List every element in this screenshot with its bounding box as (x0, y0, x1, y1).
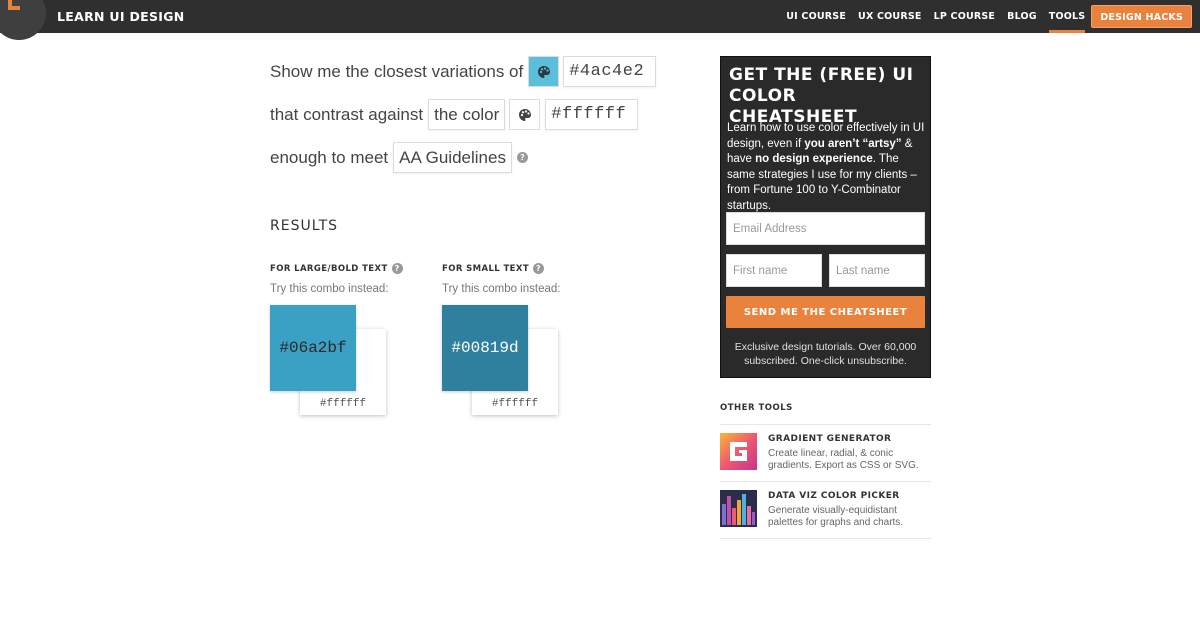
cheatsheet-description: Learn how to use color effectively in UI… (727, 121, 927, 214)
tool-description: Create linear, radial, & conic gradients… (768, 448, 919, 471)
nav-blog[interactable]: BLOG (1007, 0, 1037, 33)
large-text-subtitle: Try this combo instead: (270, 283, 389, 295)
small-text-heading: FOR SMALL TEXT ? (442, 263, 545, 274)
help-icon[interactable]: ? (391, 263, 403, 274)
cheatsheet-signup-panel: GET THE (FREE) UI COLOR CHEATSHEET Learn… (720, 56, 931, 378)
send-cheatsheet-button[interactable]: SEND ME THE CHEATSHEET (726, 296, 925, 328)
nav-ui-course[interactable]: UI COURSE (786, 0, 846, 33)
bar-palette-icon (720, 490, 757, 527)
small-text-title: FOR SMALL TEXT (442, 263, 530, 274)
help-icon[interactable]: ? (516, 152, 528, 163)
design-hacks-button[interactable]: DESIGN HACKS (1091, 5, 1192, 28)
form-line-1: Show me the closest variations of #4ac4e… (270, 56, 657, 87)
cheatsheet-title: GET THE (FREE) UI COLOR CHEATSHEET (729, 65, 914, 127)
help-icon[interactable]: ? (533, 263, 545, 274)
tool-gradient-generator[interactable]: GRADIENT GENERATOR Create linear, radial… (720, 424, 931, 481)
logo-l-icon (8, 0, 20, 10)
gradient-icon (720, 433, 757, 470)
tool-title: GRADIENT GENERATOR (768, 434, 892, 444)
desc-bold-1: you aren’t “artsy” (804, 137, 902, 150)
brand-name[interactable]: LEARN UI DESIGN (57, 9, 185, 24)
last-name-field[interactable]: Last name (829, 254, 925, 287)
divider (720, 538, 931, 539)
guideline-select[interactable]: AA Guidelines (393, 142, 512, 173)
large-bg-hex: #ffffff (319, 398, 367, 410)
small-text-subtitle: Try this combo instead: (442, 283, 561, 295)
line3-label: enough to meet (270, 147, 389, 167)
line1-label: Show me the closest variations of (270, 61, 524, 81)
first-name-field[interactable]: First name (726, 254, 822, 287)
tool-data-viz-color-picker[interactable]: DATA VIZ COLOR PICKER Generate visually-… (720, 481, 931, 538)
palette-icon (537, 65, 550, 78)
email-field[interactable]: Email Address (726, 212, 925, 245)
tool-title: DATA VIZ COLOR PICKER (768, 491, 900, 501)
nav-tools[interactable]: TOOLS (1048, 0, 1086, 33)
logo[interactable] (0, 0, 46, 40)
other-tools-heading: OTHER TOOLS (720, 403, 793, 413)
form-line-2: that contrast against the color #ffffff (270, 99, 639, 130)
large-foreground-swatch[interactable]: #06a2bf (270, 305, 356, 391)
form-line-3: enough to meet AA Guidelines ? (270, 142, 528, 173)
palette-icon (518, 108, 531, 121)
large-text-title: FOR LARGE/BOLD TEXT (270, 263, 388, 274)
cheatsheet-footer-note: Exclusive design tutorials. Over 60,000 … (734, 341, 917, 367)
main-nav: UI COURSE UX COURSE LP COURSE BLOG TOOLS… (774, 0, 1192, 33)
large-text-heading: FOR LARGE/BOLD TEXT ? (270, 263, 403, 274)
desc-bold-2: no design experience (755, 153, 873, 165)
results-heading: RESULTS (270, 218, 339, 234)
small-bg-hex: #ffffff (491, 398, 539, 410)
background-color-input[interactable]: #ffffff (545, 99, 639, 130)
nav-lp-course[interactable]: LP COURSE (934, 0, 996, 33)
contrast-mode-select[interactable]: the color (428, 99, 506, 130)
bg-color-picker-button[interactable] (509, 99, 541, 130)
top-navigation-bar: LEARN UI DESIGN UI COURSE UX COURSE LP C… (0, 0, 1200, 40)
color-picker-button[interactable] (528, 56, 560, 87)
line2-label: that contrast against (270, 104, 424, 124)
base-color-input[interactable]: #4ac4e2 (563, 56, 657, 87)
small-foreground-swatch[interactable]: #00819d (442, 305, 528, 391)
nav-ux-course[interactable]: UX COURSE (858, 0, 922, 33)
tool-description: Generate visually-equidistant palettes f… (768, 505, 904, 528)
